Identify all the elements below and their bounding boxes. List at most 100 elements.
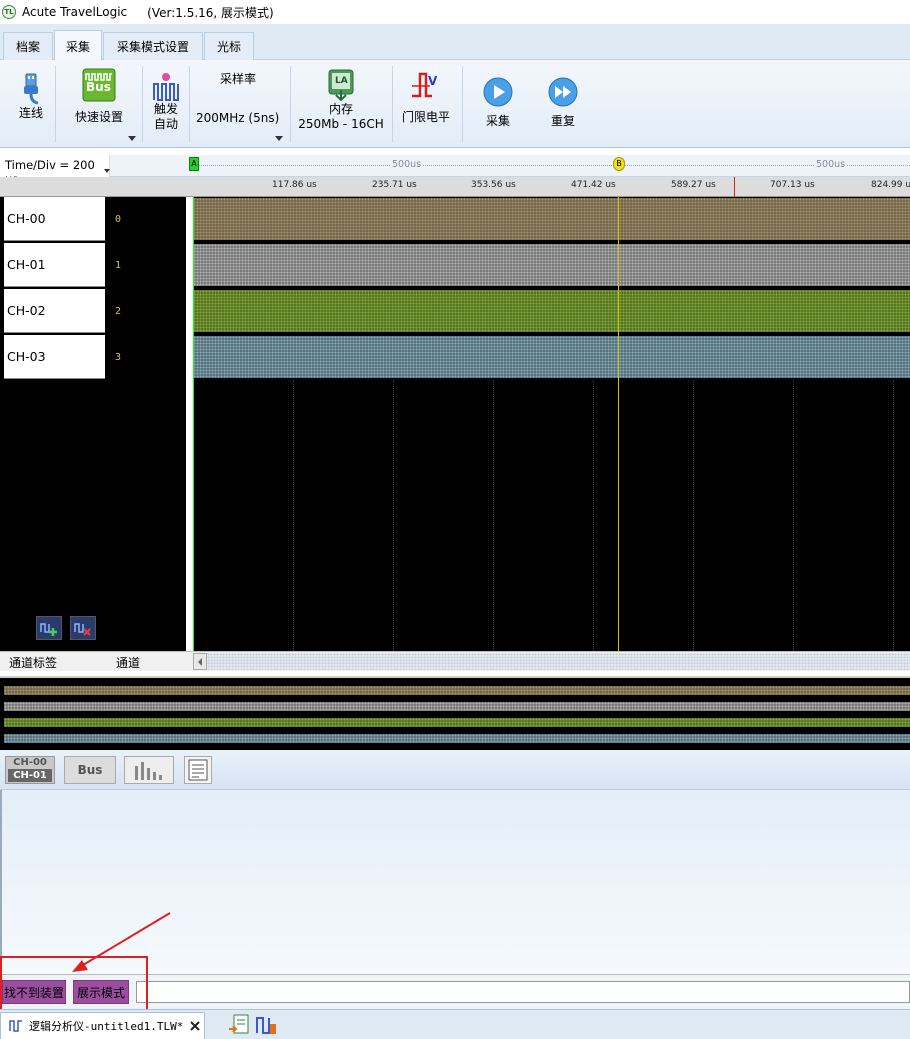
threshold-icon-text: V (428, 74, 438, 88)
fast-forward-icon (548, 77, 578, 107)
tab-capture[interactable]: 采集 (54, 30, 102, 61)
sample-rate-select[interactable]: 200MHz (5ns) (196, 111, 279, 125)
tick-label: 707.13 us (770, 180, 815, 190)
ribbon-toolbar: 连线 快速设置 Bus 触发 自动 采样率 200MHz (5ns) 内存 25… (0, 60, 910, 148)
time-ruler: Time/Div = 200 us 500us 500us A B 117.86… (0, 155, 910, 197)
horizontal-scrollbar[interactable] (207, 653, 910, 670)
channel-number: 1 (115, 260, 122, 271)
tab-file[interactable]: 档案 (3, 32, 53, 60)
overview-band-ch00 (4, 686, 910, 695)
import-document-icon (229, 1014, 249, 1034)
quick-settings-bus-text: Bus (86, 80, 111, 94)
title-bar: TL Acute TravelLogic (Ver:1.5.16, 展示模式) (0, 0, 910, 24)
channel-label-ch00[interactable]: CH-00 (4, 197, 105, 241)
channel-list-footer: 通道标签 通道 (0, 651, 910, 671)
remove-channel-button[interactable] (70, 616, 96, 640)
analysis-toolbar: CH-00 CH-01 Bus (0, 750, 910, 790)
overview-strip[interactable] (0, 676, 910, 750)
repeat-button[interactable]: 重复 (543, 76, 583, 129)
memory-value: 250Mb - 16CH (298, 117, 384, 131)
cursor-a-marker[interactable]: A (189, 157, 199, 171)
channel-number: 0 (115, 214, 122, 225)
column-header-channel: 通道 (116, 656, 141, 670)
column-header-channel-label: 通道标签 (9, 656, 58, 670)
statistics-button[interactable] (124, 756, 174, 784)
signal-band-ch03[interactable] (193, 336, 910, 378)
cursor-b-marker[interactable]: B (613, 157, 625, 171)
channel-view-bottom-label: CH-01 (8, 769, 52, 782)
channel-label-ch03[interactable]: CH-03 (4, 335, 105, 379)
document-tab[interactable]: 逻辑分析仪-untitled1.TLW* (0, 1012, 205, 1039)
tick-label: 589.27 us (671, 180, 716, 190)
bar-chart-icon (135, 762, 162, 780)
memory-label: 内存 (328, 102, 353, 116)
time-div-select[interactable]: Time/Div = 200 us (0, 155, 110, 186)
capture-label: 采集 (485, 114, 510, 128)
app-logo-icon: TL (2, 5, 16, 19)
remove-channel-icon (74, 623, 91, 636)
trigger-button[interactable]: 触发 自动 (146, 72, 186, 132)
play-icon (483, 77, 513, 107)
channel-label-ch01[interactable]: CH-01 (4, 243, 105, 287)
document-list-icon (188, 759, 208, 781)
channel-label-ch02[interactable]: CH-02 (4, 289, 105, 333)
capture-button[interactable]: 采集 (478, 76, 518, 129)
channel-number: 3 (115, 352, 122, 363)
threshold-label: 门限电平 (401, 110, 450, 124)
bus-decode-button[interactable]: Bus (64, 756, 116, 784)
quick-settings-dropdown-icon[interactable] (128, 136, 136, 141)
app-version: (Ver:1.5.16, 展示模式) (147, 5, 274, 20)
cursor-ruler[interactable]: 500us 500us A B (110, 155, 910, 177)
trigger-mode-label: 自动 (153, 117, 178, 131)
tab-cursor[interactable]: 光标 (204, 32, 254, 60)
threshold-button[interactable]: 门限电平 (400, 68, 452, 125)
waveform-view[interactable]: CH-00 CH-01 CH-02 CH-03 0 1 2 3 (0, 197, 910, 651)
time-scale: 117.86 us 235.71 us 353.56 us 471.42 us … (0, 177, 910, 197)
channel-number: 2 (115, 306, 122, 317)
signal-band-ch00[interactable] (193, 198, 910, 240)
channel-view-button[interactable]: CH-00 CH-01 (5, 756, 55, 784)
quick-settings-button[interactable]: 快速设置 (68, 68, 130, 125)
document-tab-title: 逻辑分析仪-untitled1.TLW* (29, 1020, 184, 1033)
app-title: Acute TravelLogic (22, 5, 128, 19)
memory-icon-text: LA (335, 76, 348, 86)
chevron-left-icon (198, 657, 202, 666)
overview-band-ch02 (4, 718, 910, 727)
usb-plug-icon (24, 73, 39, 105)
cursor-span-label-2: 500us (814, 159, 848, 170)
trigger-label: 触发 (153, 102, 178, 116)
add-channel-button[interactable] (36, 616, 62, 640)
document-tab-bar: 逻辑分析仪-untitled1.TLW* (0, 1009, 910, 1039)
sample-rate-title: 采样率 (220, 72, 257, 86)
trigger-waveform-icon (153, 73, 179, 101)
add-channel-icon (40, 623, 57, 636)
tick-label: 117.86 us (272, 180, 317, 190)
signal-band-ch02[interactable] (193, 290, 910, 332)
tick-label: 471.42 us (571, 180, 616, 190)
sample-rate-dropdown-icon[interactable] (275, 136, 283, 141)
close-icon[interactable] (189, 1020, 201, 1032)
tick-label: 235.71 us (372, 180, 417, 190)
connect-button[interactable]: 连线 (10, 72, 52, 121)
logic-probe-icon (256, 1017, 276, 1034)
tick-label: 824.99 us (871, 180, 910, 190)
repeat-label: 重复 (550, 114, 575, 128)
overview-band-ch01 (4, 702, 910, 711)
import-button[interactable] (228, 1014, 250, 1036)
logic-analyzer-button[interactable] (255, 1014, 277, 1036)
signal-band-ch01[interactable] (193, 244, 910, 286)
overview-band-ch03 (4, 734, 910, 743)
tab-capture-mode-settings[interactable]: 采集模式设置 (103, 32, 203, 60)
status-message-field (136, 981, 910, 1003)
scroll-left-button[interactable] (193, 653, 207, 670)
cursor-b-line[interactable] (618, 197, 619, 651)
cursor-span-label-1: 500us (390, 159, 424, 170)
quick-settings-label: 快速设置 (74, 110, 123, 124)
channel-view-top-label: CH-00 (13, 757, 47, 768)
report-button[interactable] (184, 756, 212, 784)
cursor-a-line[interactable] (193, 197, 194, 651)
connect-label: 连线 (18, 106, 43, 120)
ribbon-tab-bar: 档案 采集 采集模式设置 光标 (0, 24, 910, 61)
annotation-arrow-icon (72, 912, 171, 972)
logic-waveform-icon (9, 1020, 22, 1032)
